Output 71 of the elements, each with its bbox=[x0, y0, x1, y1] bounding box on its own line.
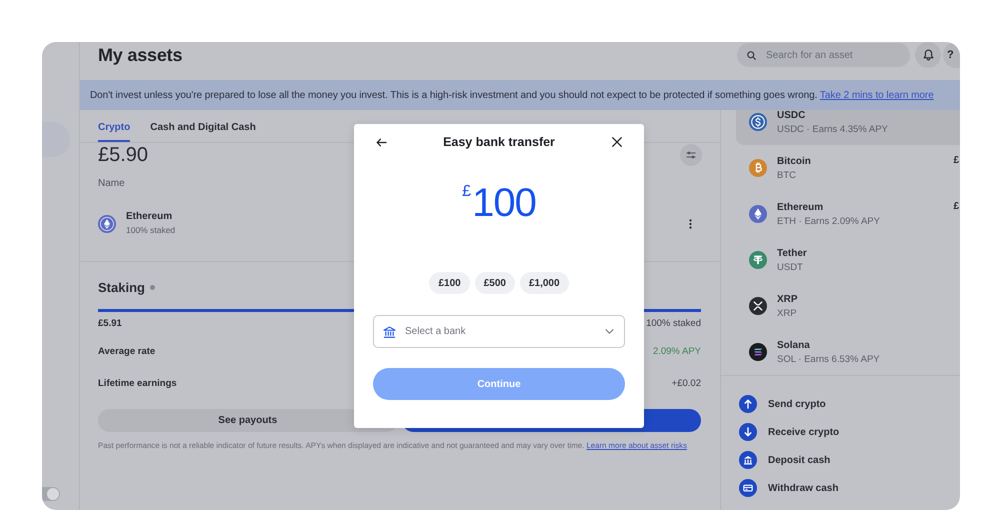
bank-select[interactable]: Select a bank bbox=[373, 315, 625, 348]
asset-detail: USDC · Earns 4.35% APY bbox=[777, 122, 888, 136]
asset-detail: 100% staked bbox=[126, 224, 176, 237]
notifications-button[interactable] bbox=[915, 42, 941, 68]
asset-name: Ethereum bbox=[777, 200, 824, 214]
filter-button[interactable] bbox=[680, 144, 702, 166]
ethereum-icon bbox=[749, 205, 767, 223]
arrow-down-icon bbox=[739, 423, 757, 441]
currency-symbol: £ bbox=[462, 183, 472, 201]
stat-label: Average rate bbox=[98, 346, 156, 356]
dollar-coin-icon bbox=[749, 113, 767, 131]
ethereum-icon bbox=[98, 214, 116, 232]
amount-value: 100 bbox=[472, 180, 536, 227]
asset-name: Solana bbox=[777, 338, 810, 352]
tab[interactable]: Cash and Digital Cash bbox=[150, 110, 256, 142]
asset-list-item[interactable]: Bitcoin BTC £ bbox=[736, 145, 960, 191]
asset-detail: SOL · Earns 6.53% APY bbox=[777, 352, 880, 366]
asset-name: Ethereum bbox=[126, 210, 172, 224]
preset-amount-button[interactable]: £1,000 bbox=[520, 272, 569, 294]
risk-warning: Don't invest unless you're prepared to lose all the money you invest. This is a high-risk investment and you should not expect to be protected if something goes wrong. Take 2 mins to learn more bbox=[90, 90, 934, 100]
stat-value: +£0.02 bbox=[672, 378, 701, 388]
asset-list-item[interactable]: USDC USDC · Earns 4.35% APY bbox=[736, 110, 960, 145]
stat-label: Lifetime earnings bbox=[98, 378, 177, 388]
asset-name: USDC bbox=[777, 110, 806, 122]
section-title: Staking bbox=[98, 280, 145, 294]
tab[interactable]: Crypto bbox=[98, 110, 130, 142]
action-link[interactable]: Deposit cash bbox=[739, 446, 830, 474]
dialog-title: Easy bank transfer bbox=[443, 135, 555, 149]
asset-detail: XRP bbox=[777, 306, 797, 320]
asset-name: Tether bbox=[777, 246, 807, 260]
help-button[interactable]: ? bbox=[943, 42, 960, 68]
asset-name: XRP bbox=[777, 292, 798, 306]
staked-amount: £5.91 bbox=[98, 318, 122, 328]
solana-icon bbox=[749, 343, 767, 361]
bell-icon bbox=[922, 49, 934, 61]
preset-amount-button[interactable]: £100 bbox=[429, 272, 470, 294]
tether-icon bbox=[749, 251, 767, 269]
bank-icon bbox=[383, 326, 396, 338]
asset-list-item[interactable]: Ethereum ETH · Earns 2.09% APY £ bbox=[736, 191, 960, 237]
search-field[interactable]: Search for an asset bbox=[737, 43, 910, 67]
action-link[interactable]: Receive crypto bbox=[739, 418, 840, 446]
asset-detail: BTC bbox=[777, 168, 796, 182]
chevron-down-icon bbox=[605, 329, 614, 334]
info-dot-icon bbox=[150, 284, 155, 290]
back-arrow-icon bbox=[376, 138, 386, 146]
asset-list-item[interactable]: Solana SOL · Earns 6.53% APY bbox=[736, 329, 960, 375]
arrow-up-icon bbox=[739, 395, 757, 413]
more-icon bbox=[688, 218, 692, 228]
toggle-switch[interactable] bbox=[42, 487, 60, 501]
card-icon bbox=[739, 479, 757, 497]
search-icon bbox=[747, 50, 756, 60]
balance-amount: £5.90 bbox=[98, 143, 148, 167]
close-icon bbox=[612, 137, 622, 147]
asset-detail: USDT bbox=[777, 260, 803, 274]
asset-list-item[interactable]: Tether USDT bbox=[736, 237, 960, 283]
bank-icon bbox=[739, 451, 757, 469]
staked-share: 100% staked bbox=[646, 318, 701, 328]
column-header: Name bbox=[98, 178, 125, 190]
stat-value: 2.09% APY bbox=[652, 346, 701, 356]
asset-name: Bitcoin bbox=[777, 154, 811, 168]
asset-value: £ bbox=[953, 154, 959, 168]
bitcoin-icon bbox=[749, 159, 767, 177]
action-link[interactable]: Send crypto bbox=[739, 390, 826, 418]
action-link[interactable]: Withdraw cash bbox=[739, 474, 838, 502]
asset-value: £ bbox=[953, 200, 959, 214]
page-title: My assets bbox=[98, 44, 182, 66]
preset-amount-button[interactable]: £500 bbox=[474, 272, 515, 294]
xrp-icon bbox=[749, 297, 767, 315]
asset-list-item[interactable]: XRP XRP bbox=[736, 283, 960, 329]
sliders-icon bbox=[686, 151, 696, 159]
asset-detail: ETH · Earns 2.09% APY bbox=[777, 214, 880, 228]
